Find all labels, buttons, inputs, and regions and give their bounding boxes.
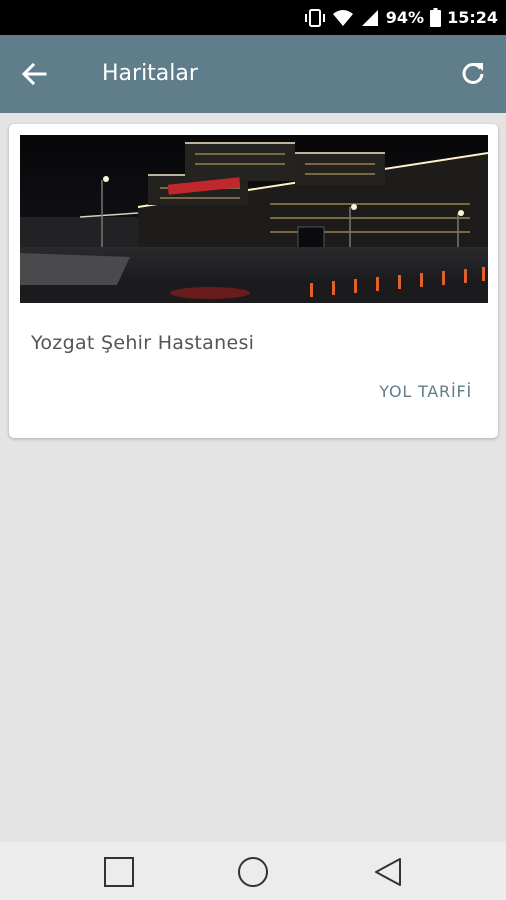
recents-button[interactable]: [99, 852, 139, 892]
back-button[interactable]: [14, 54, 54, 94]
refresh-icon: [462, 63, 484, 84]
clock: 15:24: [447, 8, 498, 27]
battery-percent: 94%: [385, 8, 425, 27]
wifi-icon: [332, 9, 354, 27]
app-bar: Haritalar: [0, 35, 506, 113]
arrow-back-icon: [21, 62, 47, 86]
location-name: Yozgat Şehir Hastanesi: [31, 332, 255, 354]
page-title: Haritalar: [102, 61, 198, 86]
battery-icon: [430, 8, 442, 27]
vibrate-icon: [304, 8, 326, 27]
status-icons: 94% 15:24: [304, 0, 498, 35]
nav-back-button[interactable]: [368, 852, 408, 892]
location-photo: [20, 135, 488, 303]
recents-square-icon: [104, 857, 134, 887]
home-button[interactable]: [233, 852, 273, 892]
refresh-button[interactable]: [453, 54, 493, 94]
location-card: Yozgat Şehir Hastanesi YOL TARİFİ: [9, 124, 498, 438]
status-bar: 94% 15:24: [0, 0, 506, 35]
back-triangle-icon: [375, 858, 401, 886]
system-nav-bar: [0, 842, 506, 900]
signal-icon: [360, 9, 380, 27]
directions-button[interactable]: YOL TARİFİ: [379, 382, 472, 401]
home-circle-icon: [238, 857, 268, 887]
